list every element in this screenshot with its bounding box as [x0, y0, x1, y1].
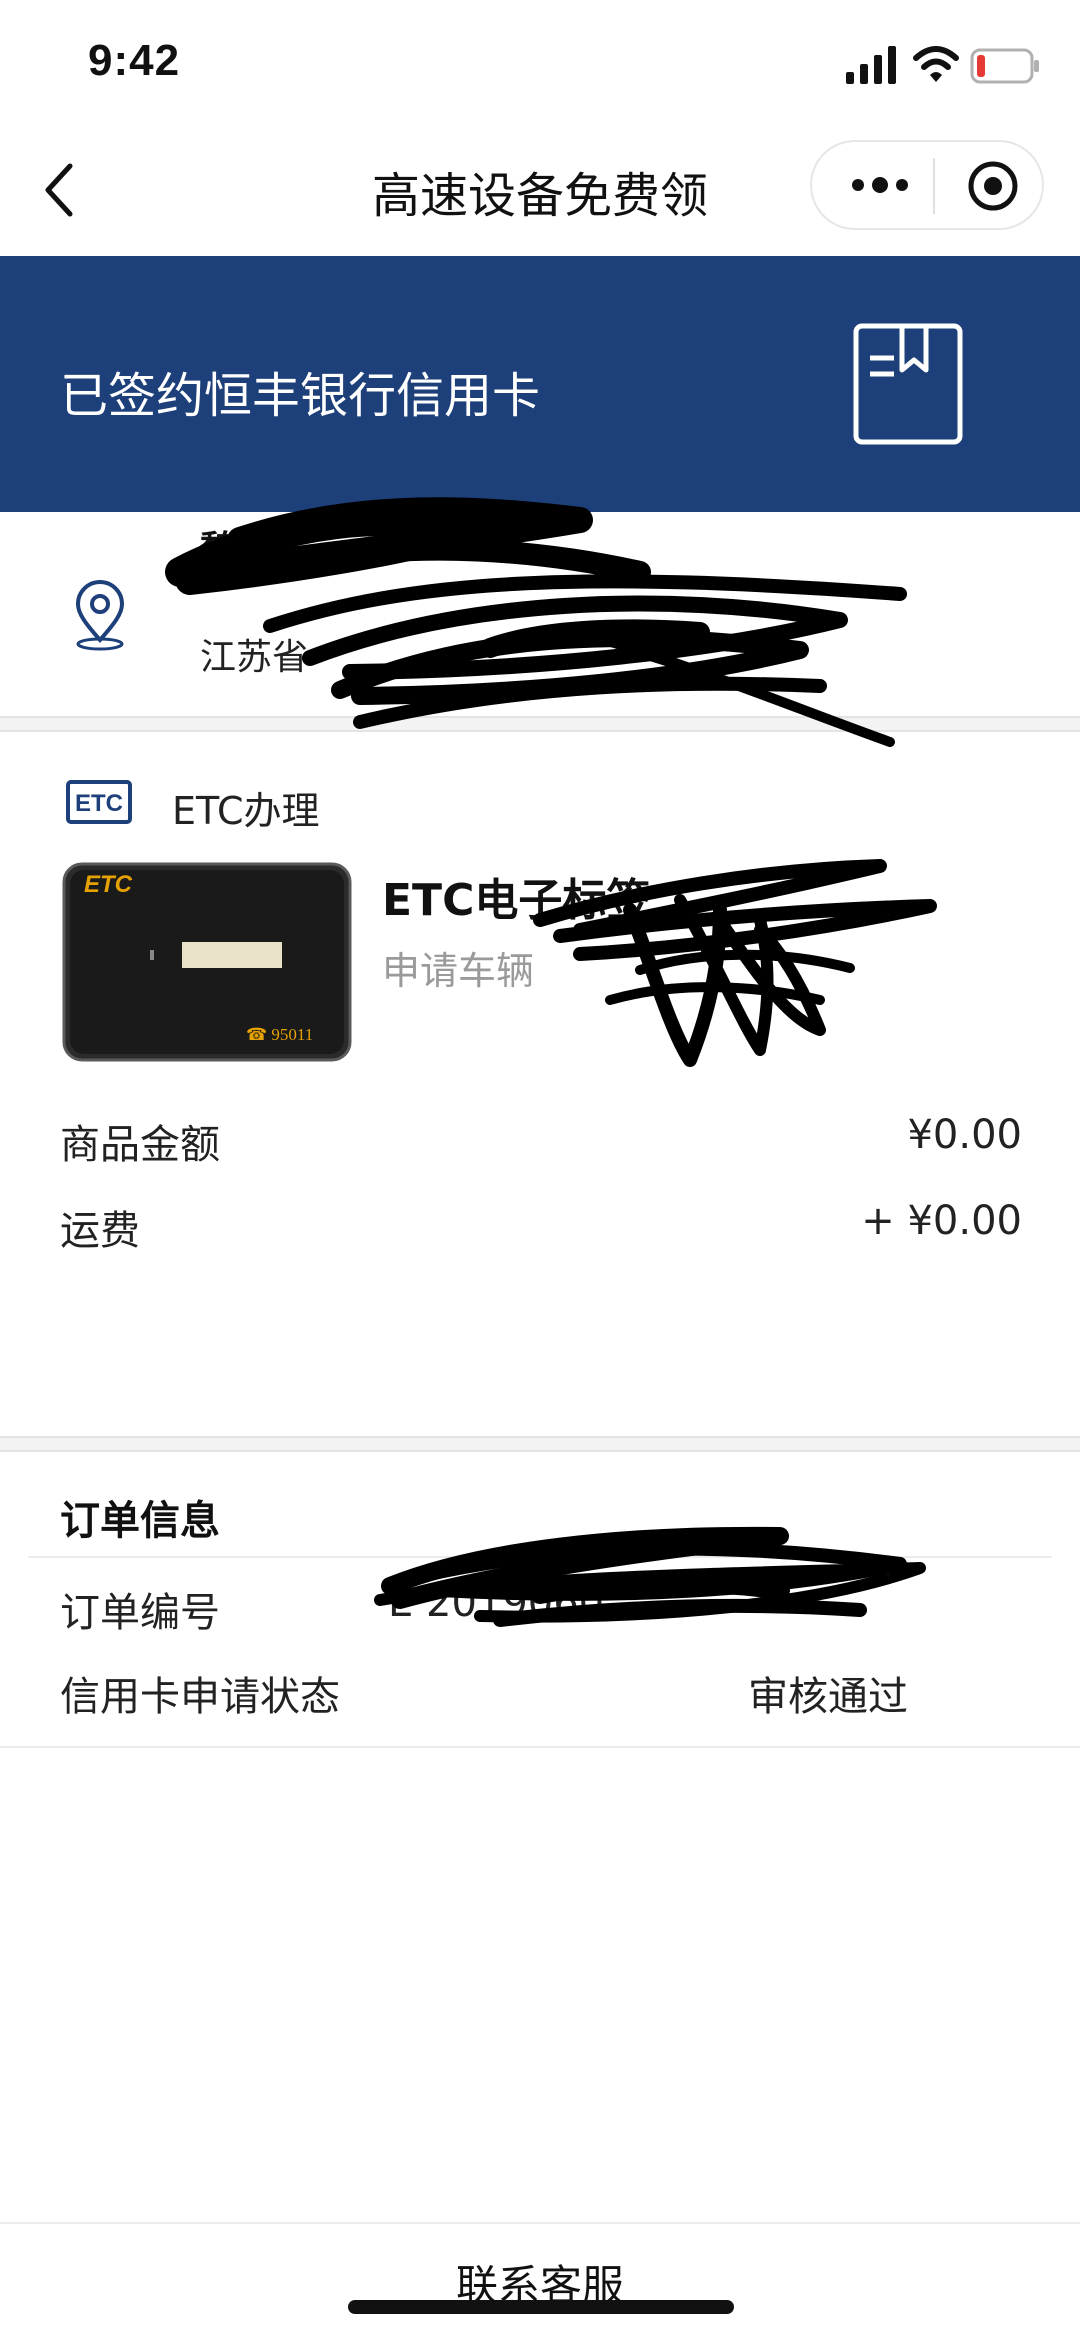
capsule-divider [933, 158, 935, 214]
goods-amount-value: ¥0.00 [907, 1112, 1022, 1158]
document-bookmark-icon [853, 323, 963, 445]
back-chevron-icon[interactable] [40, 160, 80, 220]
device-brand-text: ETC [84, 871, 133, 898]
etc-badge-icon: ETC [66, 780, 132, 824]
product-name: ETC电子标签 [382, 875, 651, 926]
wifi-icon [913, 46, 959, 82]
order-bottom-divider [0, 1746, 1080, 1748]
etc-section-heading: ETC办理 [172, 789, 320, 833]
order-number-label: 订单编号 [60, 1590, 220, 1636]
card-status-label: 信用卡申请状态 [60, 1674, 340, 1720]
section-separator [0, 716, 1080, 732]
banner-title: 已签约恒丰银行信用卡 [60, 368, 541, 424]
shipping-fee-value: + ¥0.00 [861, 1198, 1022, 1244]
etc-device-image[interactable]: ETC ☎ 95011 [62, 862, 352, 1062]
shipping-fee-label: 运费 [60, 1208, 140, 1254]
card-status-value: 审核通过 [748, 1674, 908, 1720]
section-separator [0, 1436, 1080, 1452]
battery-low-icon [970, 48, 1039, 84]
goods-amount-label: 商品金额 [60, 1122, 220, 1168]
cellular-signal-icon [846, 46, 896, 84]
home-indicator[interactable] [348, 2300, 734, 2314]
recipient-name: 魏 [200, 529, 237, 570]
recipient-address: 江苏省 [200, 637, 309, 678]
etc-badge-text: ETC [75, 790, 123, 817]
page-title: 高速设备免费领 [371, 168, 708, 224]
location-pin-icon[interactable] [72, 580, 128, 652]
order-info-title: 订单信息 [60, 1498, 220, 1544]
order-divider [28, 1556, 1052, 1558]
device-phone-text: ☎ 95011 [246, 1025, 313, 1044]
order-number-value: E 2019060 [388, 1580, 605, 1626]
close-mini-program-icon[interactable] [965, 158, 1021, 214]
more-options-icon[interactable] [848, 168, 912, 202]
product-subtitle: 申请车辆 [382, 949, 535, 993]
footer-divider [0, 2222, 1080, 2224]
status-time: 9:42 [88, 36, 181, 85]
